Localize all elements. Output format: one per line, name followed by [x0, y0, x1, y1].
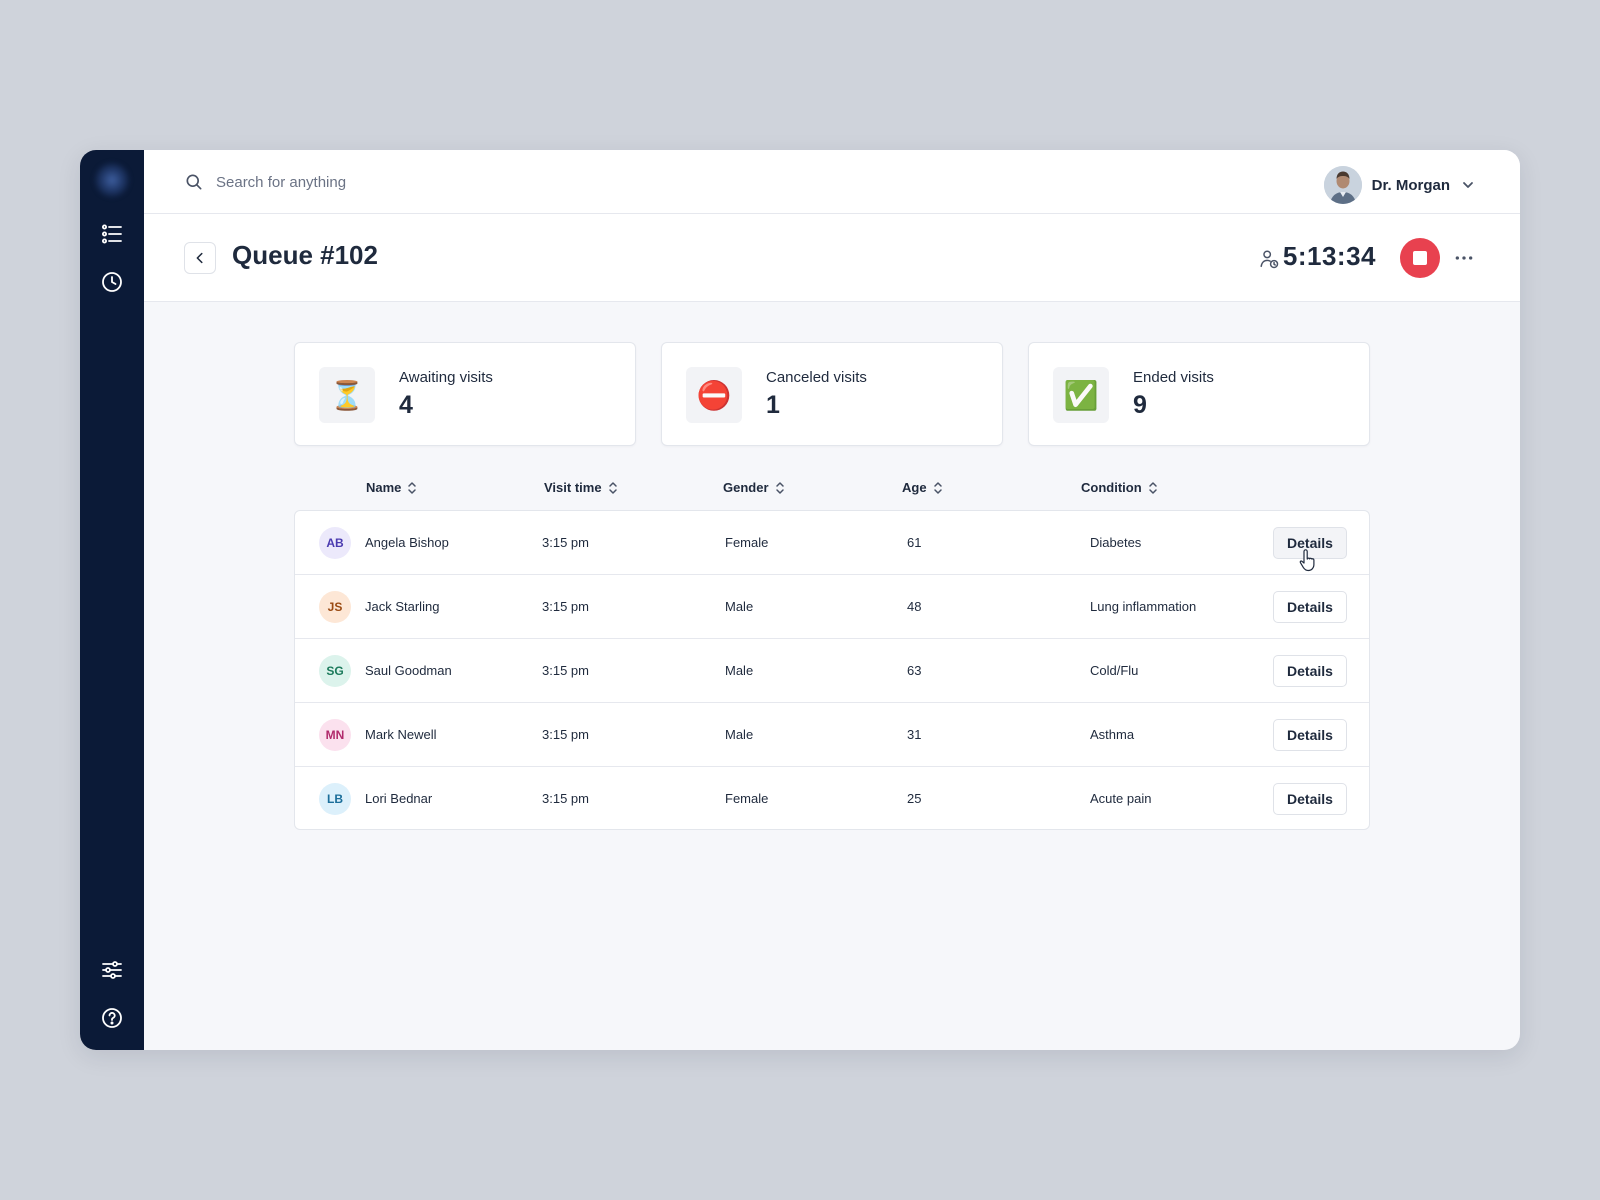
gender: Female — [725, 535, 769, 550]
pointer-hand-cursor-icon — [1299, 549, 1315, 572]
condition: Lung inflammation — [1090, 599, 1197, 614]
condition: Asthma — [1090, 727, 1135, 742]
app-window: Dr. Morgan Queue #102 5:13:34 — [80, 150, 1520, 1050]
patient-initials-avatar: MN — [319, 719, 351, 751]
table-row: MN Mark Newell 3:15 pm Male 31 Asthma De… — [295, 703, 1369, 767]
patient-table: AB Angela Bishop 3:15 pm Female 61 Diabe… — [294, 510, 1370, 830]
stat-value: 1 — [766, 391, 780, 419]
patient-name: Angela Bishop — [365, 535, 449, 550]
more-options-button[interactable] — [1452, 248, 1476, 268]
patient-name: Saul Goodman — [365, 663, 452, 678]
stat-value: 9 — [1133, 391, 1147, 419]
stop-session-button[interactable] — [1400, 238, 1440, 278]
visit-time: 3:15 pm — [542, 727, 589, 742]
app-logo — [94, 162, 130, 198]
age: 48 — [907, 599, 922, 614]
user-avatar — [1323, 166, 1362, 204]
stat-value: 4 — [399, 391, 413, 419]
details-button[interactable]: Details — [1273, 655, 1347, 687]
search-bar — [184, 172, 616, 192]
sort-icon — [775, 481, 784, 494]
stop-icon — [1413, 251, 1427, 265]
table-row: SG Saul Goodman 3:15 pm Male 63 Cold/Flu… — [295, 639, 1369, 703]
age: 25 — [907, 791, 922, 806]
visit-time: 3:15 pm — [542, 791, 589, 806]
gender: Male — [725, 663, 754, 678]
visit-stats: ⏳ Awaiting visits 4 ⛔ Canceled visits 1 … — [294, 342, 1370, 446]
session-timer: 5:13:34 — [1282, 241, 1376, 271]
patient-initials-avatar: AB — [319, 527, 351, 559]
patient-initials-avatar: LB — [319, 783, 351, 815]
gender: Female — [725, 791, 769, 806]
visit-time: 3:15 pm — [542, 663, 589, 678]
gender: Male — [725, 727, 754, 742]
page-header: Queue #102 5:13:34 — [144, 214, 1520, 302]
chevron-down-icon — [1463, 182, 1473, 188]
hourglass-icon: ⏳ — [319, 367, 375, 423]
stat-label: Awaiting visits — [399, 369, 493, 386]
help-icon[interactable] — [100, 1006, 124, 1030]
table-row: LB Lori Bednar 3:15 pm Female 25 Acute p… — [295, 767, 1369, 829]
table-header: Name Visit time Gender Age Condition — [294, 470, 1370, 510]
condition: Cold/Flu — [1090, 663, 1139, 678]
top-bar: Dr. Morgan — [144, 150, 1520, 214]
patient-initials-avatar: SG — [319, 655, 351, 687]
search-icon — [186, 174, 202, 190]
column-header-condition[interactable]: Condition — [1081, 480, 1158, 495]
settings-sliders-icon[interactable] — [100, 958, 124, 982]
no-entry-icon: ⛔ — [686, 367, 742, 423]
stat-card-canceled: ⛔ Canceled visits 1 — [661, 342, 1003, 446]
stat-card-ended: ✅ Ended visits 9 — [1028, 342, 1370, 446]
sort-icon — [408, 481, 417, 494]
user-menu[interactable]: Dr. Morgan — [1323, 166, 1476, 204]
column-header-gender[interactable]: Gender — [723, 480, 785, 495]
condition: Diabetes — [1090, 535, 1142, 550]
column-header-age[interactable]: Age — [902, 480, 943, 495]
condition: Acute pain — [1090, 791, 1152, 806]
gender: Male — [725, 599, 754, 614]
age: 63 — [907, 663, 922, 678]
chevron-left-icon — [196, 252, 203, 264]
main-area: Dr. Morgan Queue #102 5:13:34 — [144, 150, 1520, 1050]
age: 61 — [907, 535, 922, 550]
table-row: JS Jack Starling 3:15 pm Male 48 Lung in… — [295, 575, 1369, 639]
details-button[interactable]: Details — [1273, 783, 1347, 815]
patient-name: Lori Bednar — [365, 791, 433, 806]
stat-card-awaiting: ⏳ Awaiting visits 4 — [294, 342, 636, 446]
stat-label: Ended visits — [1133, 369, 1214, 386]
sort-icon — [933, 481, 942, 494]
column-header-name[interactable]: Name — [366, 480, 417, 495]
back-button[interactable] — [184, 242, 216, 274]
user-name: Dr. Morgan — [1371, 176, 1450, 194]
column-header-visit-time[interactable]: Visit time — [544, 480, 618, 495]
sidebar — [80, 150, 144, 1050]
details-button[interactable]: Details — [1273, 591, 1347, 623]
queue-list-icon[interactable] — [100, 222, 124, 246]
user-clock-icon — [1260, 250, 1279, 269]
table-row: AB Angela Bishop 3:15 pm Female 61 Diabe… — [295, 511, 1369, 575]
search-input[interactable] — [216, 173, 616, 191]
patient-name: Mark Newell — [365, 727, 437, 742]
age: 31 — [907, 727, 922, 742]
sort-icon — [1148, 481, 1157, 494]
visit-time: 3:15 pm — [542, 535, 589, 550]
check-mark-icon: ✅ — [1053, 367, 1109, 423]
patient-initials-avatar: JS — [319, 591, 351, 623]
sort-icon — [608, 481, 617, 494]
stat-label: Canceled visits — [766, 369, 867, 386]
details-button[interactable]: Details — [1273, 719, 1347, 751]
visit-time: 3:15 pm — [542, 599, 589, 614]
patient-name: Jack Starling — [365, 599, 440, 614]
history-clock-icon[interactable] — [100, 270, 124, 294]
page-title: Queue #102 — [232, 240, 378, 270]
more-horizontal-icon — [1455, 256, 1473, 260]
